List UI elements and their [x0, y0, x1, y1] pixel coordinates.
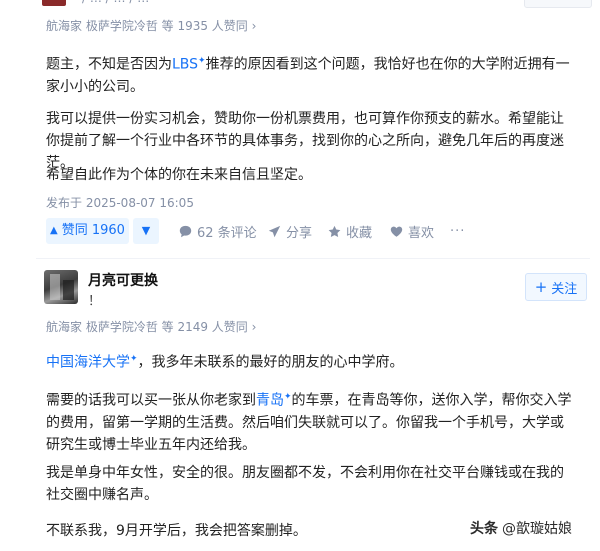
- like-label: 喜欢: [408, 225, 435, 241]
- like-button[interactable]: 喜欢: [390, 218, 434, 244]
- share-label: 分享: [286, 225, 313, 241]
- comment-bubble-icon: [179, 225, 192, 237]
- university-link[interactable]: 中国海洋大学: [46, 355, 130, 371]
- chevron-right-icon: ›: [251, 19, 257, 33]
- top-cutoff-strip: / … / … / …: [0, 0, 600, 10]
- posted-time[interactable]: 发布于 2025-08-07 16:05: [46, 194, 194, 211]
- lbs-link[interactable]: LBS: [172, 57, 198, 73]
- answer-paragraph: 需要的话我可以买一张从你老家到青岛✦的车票，在青岛等你，送你入学，帮你交入学的费…: [46, 392, 572, 453]
- answer-upvoters-meta[interactable]: 航海家 极萨学院冷哲 等 1935 人赞同 ›: [46, 17, 256, 34]
- favorite-label: 收藏: [346, 225, 373, 241]
- cutoff-meta: / … / … / …: [82, 0, 149, 5]
- upvote-label: 赞同 1960: [61, 223, 125, 238]
- follow-button[interactable]: + 关注: [525, 273, 587, 301]
- favorite-button[interactable]: 收藏: [328, 218, 372, 244]
- answer-paragraph: 中国海洋大学✦，我多年未联系的最好的朋友的心中学府。: [46, 354, 404, 371]
- follow-label: 关注: [551, 281, 578, 297]
- share-button[interactable]: 分享: [268, 218, 312, 244]
- heart-icon: [390, 226, 403, 237]
- paper-plane-icon: [268, 225, 281, 237]
- star-icon: [328, 225, 341, 237]
- plus-icon: +: [534, 277, 548, 296]
- cutoff-avatar: [42, 0, 66, 6]
- more-button[interactable]: ···: [450, 218, 465, 244]
- qingdao-link[interactable]: 青岛: [256, 393, 284, 409]
- watermark-logo: 头条: [470, 521, 498, 537]
- downvote-button[interactable]: ▼: [133, 218, 159, 244]
- cutoff-follow-button[interactable]: [524, 0, 592, 8]
- more-dots-icon: ···: [450, 223, 466, 239]
- watermark: 头条 @歆璇姑娘: [470, 518, 572, 538]
- answer-paragraph: 不联系我，9月开学后，我会把答案删掉。: [46, 523, 307, 539]
- answer-upvoters-meta[interactable]: 航海家 极萨学院冷哲 等 2149 人赞同 ›: [46, 318, 256, 335]
- search-star-icon: ✦: [130, 354, 138, 364]
- author-bio: ！: [88, 294, 102, 309]
- triangle-down-icon: ▼: [141, 224, 151, 237]
- search-star-icon: ✦: [198, 56, 206, 66]
- triangle-up-icon: ▲: [50, 225, 58, 236]
- answer-divider: [36, 258, 590, 259]
- watermark-handle: @歆璇姑娘: [502, 521, 572, 537]
- avatar[interactable]: [44, 270, 78, 304]
- comments-button[interactable]: 62 条评论: [179, 218, 257, 244]
- chevron-right-icon: ›: [251, 320, 257, 334]
- author-name[interactable]: 月亮可更换: [88, 270, 158, 290]
- upvoters-text: 航海家 极萨学院冷哲 等 2149 人赞同: [46, 320, 248, 334]
- upvote-button[interactable]: ▲ 赞同 1960: [46, 218, 129, 244]
- answer-paragraph: 题主，不知是否因为LBS✦推荐的原因看到这个问题，我恰好也在你的大学附近拥有一家…: [46, 56, 570, 95]
- answer-paragraph: 希望自此作为个体的你在未来自信且坚定。: [46, 167, 312, 183]
- comments-label: 62 条评论: [197, 225, 257, 241]
- upvoters-text: 航海家 极萨学院冷哲 等 1935 人赞同: [46, 19, 248, 33]
- search-star-icon: ✦: [284, 392, 292, 402]
- answer-paragraph: 我是单身中年女性，安全的很。朋友圈都不发，不会利用你在社交平台赚钱或在我的社交圈…: [46, 465, 564, 503]
